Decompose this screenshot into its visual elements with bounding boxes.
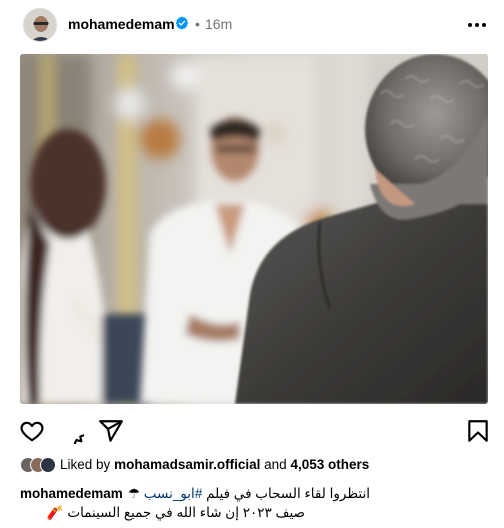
author-avatar[interactable] xyxy=(23,8,57,42)
heart-icon[interactable] xyxy=(19,418,45,444)
more-horizontal-icon[interactable] xyxy=(466,15,488,35)
caption-username[interactable]: mohamedemam xyxy=(20,484,123,504)
caption-hashtag[interactable]: #ابو_نسب xyxy=(144,486,203,501)
header-separator: • xyxy=(195,16,200,32)
author-username[interactable]: mohamedemam xyxy=(68,15,175,33)
post-header: mohamedemam • 16m xyxy=(0,0,504,52)
caption-line-1: انتظروا لقاء السحاب في فيلم #ابو_نسب ☂ xyxy=(128,484,370,504)
bookmark-icon[interactable] xyxy=(465,418,491,444)
likes-summary: Liked by mohamadsamir.official and 4,053… xyxy=(20,456,490,474)
caption-text-post: ☂ xyxy=(127,486,144,501)
likes-joiner: and xyxy=(264,457,287,472)
likes-prefix: Liked by xyxy=(60,457,111,472)
likes-text: Liked by mohamadsamir.official and 4,053… xyxy=(60,457,369,473)
liker-avatar[interactable] xyxy=(40,457,56,473)
likes-count[interactable]: 4,053 others xyxy=(290,457,369,472)
post-photo[interactable] xyxy=(20,54,488,404)
paper-plane-icon[interactable] xyxy=(98,418,124,444)
verified-badge-icon xyxy=(175,16,189,30)
instagram-post-card: mohamedemam • 16m Liked by mohamadsamir.… xyxy=(0,0,504,528)
caption-line-2: صيف ٢٠٢٣ إن شاء الله في جميع السينمات 🧨 xyxy=(46,505,305,520)
caption-text-pre: انتظروا لقاء السحاب في فيلم xyxy=(202,486,370,501)
comment-icon[interactable] xyxy=(58,418,84,444)
post-action-bar xyxy=(0,414,504,448)
post-timestamp[interactable]: 16m xyxy=(205,15,232,33)
liked-by-username[interactable]: mohamadsamir.official xyxy=(114,457,260,472)
